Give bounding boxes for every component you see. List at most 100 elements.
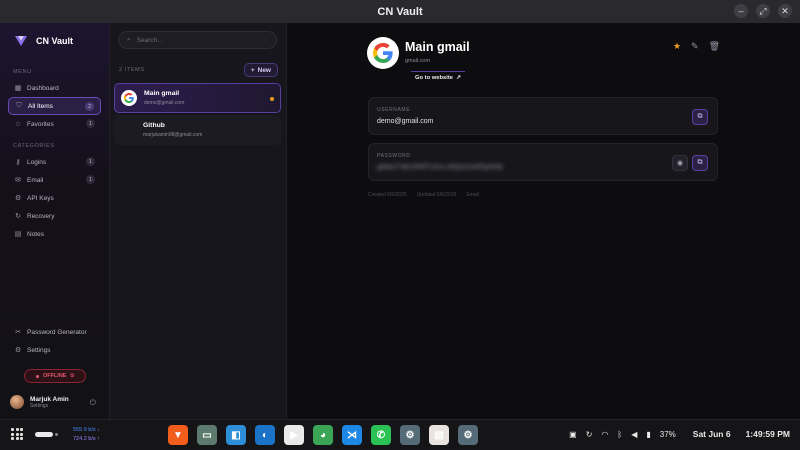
sidebar-item-label: Logins	[27, 158, 47, 166]
sidebar-item-recovery[interactable]: ↻ Recovery	[8, 207, 101, 225]
go-to-website-link[interactable]: Go to website ↗	[411, 71, 465, 84]
volume-icon[interactable]: ◀	[631, 430, 637, 439]
refresh-icon[interactable]: ↻	[586, 430, 593, 439]
date[interactable]: Sat Jun 6	[693, 429, 731, 439]
item-domain: gmail.com	[405, 58, 431, 64]
item-title: Github	[143, 122, 165, 129]
brave-browser-icon[interactable]: ▼	[168, 425, 188, 445]
sidebar-item-notes[interactable]: ▤ Notes	[8, 225, 101, 243]
clipboard-icon[interactable]: ▣	[569, 430, 577, 439]
count-badge: 1	[86, 175, 95, 184]
key-icon: ⚷	[15, 159, 21, 166]
play-store-icon[interactable]: ▶	[284, 425, 304, 445]
battery-icon[interactable]: ▮	[646, 430, 650, 439]
delete-trash-icon[interactable]: 🗑	[709, 41, 720, 52]
brand-name: CN Vault	[36, 36, 74, 46]
taskbar: 555.9 b/s ↓ 724.2 b/s ↑ ▼ ▭ ◧ ◐ ▶ ◕ ⋊ ✆ ⚙ ▤ ⚙ ▣ ↻ …	[0, 419, 800, 450]
password-field: PASSWORD gMail7!dK2f#9Tz4vLx8Qw2mR5pN3b …	[368, 143, 718, 181]
window-titlebar: CN Vault – ⤢ ✕	[0, 0, 800, 23]
system-tray: ▣ ↻ ◠ ᛒ ◀ ▮ 37% Sat Jun 6 1:49:59 PM	[569, 429, 790, 439]
taskbar-apps: ▼ ▭ ◧ ◐ ▶ ◕ ⋊ ✆ ⚙ ▤ ⚙	[168, 425, 478, 445]
categories-section-label: CATEGORIES	[13, 143, 55, 149]
network-speed: 555.9 b/s ↓ 724.2 b/s ↑	[73, 426, 100, 444]
workspace-indicator[interactable]	[35, 432, 53, 437]
count-badge: 1	[86, 119, 95, 128]
note-icon: ▤	[14, 231, 22, 238]
power-icon[interactable]: ⏻	[90, 398, 96, 408]
updated-date: Updated 6/6/2025	[416, 192, 457, 198]
copy-username-button[interactable]: ⧉	[692, 109, 708, 125]
sidebar-item-dashboard[interactable]: ▦ Dashboard	[8, 79, 101, 97]
password-value[interactable]: gMail7!dK2f#9Tz4vLx8Qw2mR5pN3b	[377, 164, 503, 171]
list-item[interactable]: Main gmail demo@gmail.com	[114, 83, 281, 113]
close-button[interactable]: ✕	[778, 4, 792, 18]
item-title: Main gmail	[144, 90, 180, 97]
favorite-indicator-icon	[270, 97, 274, 101]
bluetooth-icon[interactable]: ᛒ	[617, 430, 622, 439]
dashboard-icon: ▦	[14, 85, 22, 92]
net-down: 555.9 b/s ↓	[73, 427, 100, 433]
copy-icon: ⧉	[697, 113, 703, 120]
app-grid-icon[interactable]	[11, 428, 23, 440]
sidebar-item-email[interactable]: ✉ Email 1	[8, 171, 101, 189]
shield-icon: ⛉	[16, 102, 22, 109]
settings-app-icon[interactable]: ⚙	[458, 425, 478, 445]
sidebar-item-logins[interactable]: ⚷ Logins 1	[8, 153, 101, 171]
android-studio-icon[interactable]: ◕	[313, 425, 333, 445]
item-subtitle: demo@gmail.com	[144, 100, 185, 106]
list-item[interactable]: Github marjukamin98@gmail.com	[114, 115, 281, 145]
user-profile[interactable]: Marjuk Amin Settings ⏻	[10, 395, 100, 409]
new-button-label: New	[257, 66, 271, 74]
favorite-star-icon[interactable]: ★	[673, 41, 681, 52]
store-icon[interactable]: ◧	[226, 425, 246, 445]
status-dot-icon	[35, 374, 39, 378]
count-badge: 2	[85, 102, 94, 111]
edit-pencil-icon[interactable]: ✎	[691, 41, 699, 52]
reveal-password-button[interactable]: ◉	[672, 155, 688, 171]
copy-password-button[interactable]: ⧉	[692, 155, 708, 171]
username-value[interactable]: demo@gmail.com	[377, 118, 434, 125]
sidebar-item-label: Notes	[27, 230, 44, 238]
app-body: CN Vault MENU ▦ Dashboard ⛉ All Items 2 …	[0, 23, 800, 419]
avatar	[10, 395, 24, 409]
sidebar-item-favorites[interactable]: ☆ Favorites 1	[8, 115, 101, 133]
sidebar-item-label: Dashboard	[27, 84, 59, 92]
sidebar-item-all-items[interactable]: ⛉ All Items 2	[8, 97, 101, 115]
net-up: 724.2 b/s ↑	[73, 436, 100, 442]
sidebar-item-password-generator[interactable]: ✂ Password Generator	[8, 323, 101, 341]
new-item-button[interactable]: + New	[243, 63, 278, 77]
search-input[interactable]: ⌕ Search...	[118, 31, 277, 49]
workspace-dot[interactable]	[55, 433, 58, 436]
items-count: 2 ITEMS	[119, 67, 145, 73]
sidebar-item-api-keys[interactable]: ⚙ API Keys	[8, 189, 101, 207]
battery-percent: 37%	[659, 429, 676, 439]
brand: CN Vault	[0, 23, 109, 59]
password-label: PASSWORD	[377, 153, 411, 159]
files-icon[interactable]: ▭	[197, 425, 217, 445]
github-logo-icon	[120, 122, 136, 138]
sidebar-item-label: Recovery	[27, 212, 55, 220]
list-header: 2 ITEMS + New	[110, 63, 286, 77]
offline-status-badge[interactable]: OFFLINE ⦸	[24, 369, 86, 383]
gear-icon: ⚙	[14, 347, 22, 354]
sidebar-item-label: Favorites	[27, 120, 54, 128]
wifi-icon[interactable]: ◠	[601, 430, 608, 439]
item-subtitle: marjukamin98@gmail.com	[143, 132, 203, 138]
go-to-website-label: Go to website	[415, 75, 454, 81]
document-icon[interactable]: ▤	[429, 425, 449, 445]
minimize-button[interactable]: –	[734, 4, 748, 18]
status-label: OFFLINE	[42, 373, 67, 379]
sidebar-item-label: All Items	[28, 102, 53, 110]
created-date: Created 6/6/2025	[368, 192, 407, 198]
sidebar-item-settings[interactable]: ⚙ Settings	[8, 341, 101, 359]
clock[interactable]: 1:49:59 PM	[746, 429, 790, 439]
maximize-button[interactable]: ⤢	[756, 4, 770, 18]
copy-icon: ⧉	[697, 159, 703, 166]
app-settings-icon[interactable]: ⚙	[400, 425, 420, 445]
whatsapp-icon[interactable]: ✆	[371, 425, 391, 445]
menu-section-label: MENU	[13, 69, 32, 75]
sidebar-bottom-nav: ✂ Password Generator ⚙ Settings	[0, 323, 109, 359]
vscode-icon[interactable]: ⋊	[342, 425, 362, 445]
edge-browser-icon[interactable]: ◐	[255, 425, 275, 445]
eye-icon: ◉	[676, 160, 684, 167]
